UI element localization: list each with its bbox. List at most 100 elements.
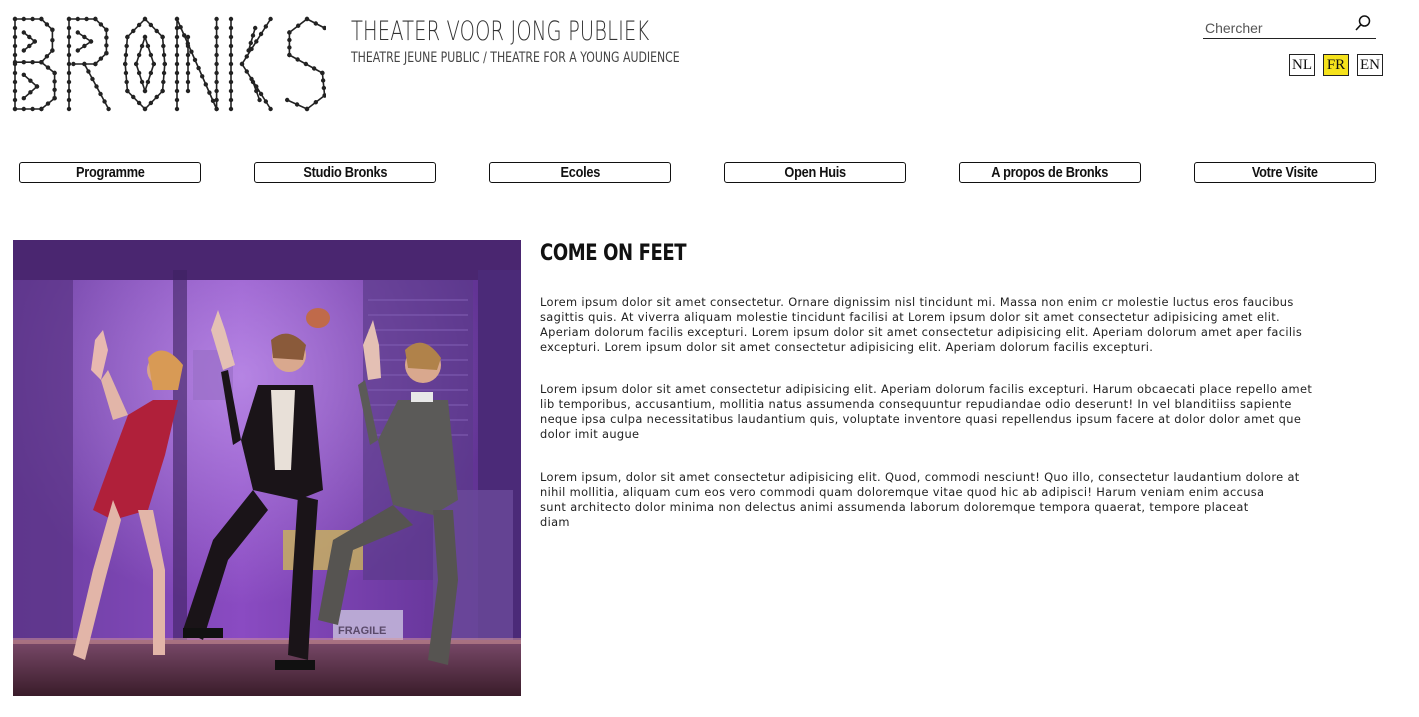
text-line: Aperiam dolorum facilis excepturi. Lorem… <box>540 325 1303 339</box>
nav-ecoles[interactable]: Ecoles <box>489 162 671 183</box>
logo-dot <box>66 88 72 94</box>
logo-dot <box>98 56 104 61</box>
logo-dot <box>174 79 180 85</box>
logo-dot <box>151 61 156 67</box>
logo-stroke <box>176 18 218 110</box>
logo-dot <box>21 96 26 101</box>
logo-dot <box>313 21 318 26</box>
logo-dot <box>174 70 180 76</box>
logo-dot <box>12 43 18 49</box>
logo-dot <box>136 70 142 76</box>
logo-dot <box>196 65 201 71</box>
logo-dot <box>185 70 191 76</box>
nav-a-propos[interactable]: A propos de Bronks <box>959 162 1141 183</box>
nav-programme[interactable]: Programme <box>19 162 201 183</box>
logo-dot <box>12 97 18 103</box>
logo-dot <box>148 52 154 58</box>
logo-dot <box>160 34 165 40</box>
lang-fr[interactable]: FR <box>1323 54 1349 76</box>
logo-dot <box>39 60 44 65</box>
logo-dot <box>185 61 191 67</box>
logo-dot <box>136 100 142 106</box>
tagline: THEATER VOOR JONG PUBLIEK THEATRE JEUNE … <box>351 16 772 67</box>
logo-dot <box>228 25 234 31</box>
logo-dot <box>228 70 234 76</box>
logo-dot <box>287 52 292 58</box>
logo-dot <box>27 43 32 49</box>
logo-dot <box>248 40 253 46</box>
logo-dot <box>50 48 55 53</box>
logo-letter <box>123 16 167 112</box>
logo-dot <box>82 34 87 40</box>
bronks-logo[interactable] <box>12 16 326 112</box>
nav-open-huis[interactable]: Open Huis <box>724 162 906 183</box>
search-input[interactable] <box>1203 20 1352 36</box>
performance-photo: FRAGILE <box>13 240 521 696</box>
logo-dot <box>93 16 98 22</box>
logo-dot <box>28 90 33 95</box>
text-line: dolor imit augue <box>540 427 640 441</box>
logo-dot <box>104 51 109 56</box>
logo-dot <box>320 78 326 83</box>
logo-dot <box>304 106 310 112</box>
nav-votre-visite[interactable]: Votre Visite <box>1194 162 1376 183</box>
nav-label: A propos de Bronks <box>991 164 1109 181</box>
logo-dot <box>228 61 234 67</box>
logo-dot <box>32 39 37 44</box>
logo-dot <box>304 16 310 22</box>
logo-dot <box>30 106 35 112</box>
nav-studio-bronks[interactable]: Studio Bronks <box>254 162 436 183</box>
logo-dot <box>142 106 148 112</box>
logo-dot <box>154 94 159 100</box>
logo-dot <box>139 79 145 85</box>
logo-dot <box>287 30 292 35</box>
logo-letter <box>12 16 57 112</box>
logo-dot <box>131 94 136 100</box>
logo-dot <box>321 85 326 91</box>
logo-dot <box>160 88 165 94</box>
logo-dot <box>30 60 35 65</box>
logo-dot <box>44 54 50 59</box>
logo-letter <box>285 16 326 112</box>
logo-dot <box>178 24 183 30</box>
logo-dot <box>66 97 72 103</box>
logo-dot <box>136 52 142 58</box>
nav-label: Programme <box>75 164 145 181</box>
logo-dot <box>145 79 151 85</box>
logo-dot <box>161 79 166 85</box>
logo-dot <box>228 43 234 49</box>
logo-dot <box>66 70 72 76</box>
logo-dot <box>268 106 273 112</box>
logo-dot <box>295 57 300 62</box>
logo-dot <box>207 90 212 95</box>
nav-label: Votre Visite <box>1252 164 1318 181</box>
logo-dot <box>12 88 18 94</box>
nav-label: Studio Bronks <box>303 164 387 181</box>
logo-dot <box>214 106 219 112</box>
logo-dot <box>148 100 154 106</box>
logo-dot <box>246 48 251 53</box>
logo-dot <box>104 43 109 48</box>
logo-dot <box>142 16 148 22</box>
search-icon[interactable] <box>1354 14 1372 32</box>
logo-dot <box>82 61 87 67</box>
fragile-label: FRAGILE <box>338 625 386 637</box>
logo-dot <box>66 43 72 49</box>
logo-dot <box>142 34 148 40</box>
logo-letter <box>66 16 111 112</box>
logo-dot <box>228 79 234 85</box>
logo-dot <box>263 24 269 29</box>
logo-dot <box>263 99 269 104</box>
logo-dot <box>239 61 245 67</box>
logo-dot <box>12 106 18 112</box>
logo-dot <box>214 79 219 85</box>
text-line: diam <box>540 515 570 529</box>
logo-dot <box>161 52 167 58</box>
lang-en[interactable]: EN <box>1357 54 1383 76</box>
logo-dot <box>294 102 300 107</box>
logo-dot <box>52 70 57 76</box>
main-nav: Programme Studio Bronks Ecoles Open Huis… <box>0 162 1419 184</box>
lang-nl[interactable]: NL <box>1289 54 1315 76</box>
logo-dot <box>257 97 262 103</box>
text-line: Lorem ipsum dolor sit amet consectetur. … <box>540 295 1294 309</box>
